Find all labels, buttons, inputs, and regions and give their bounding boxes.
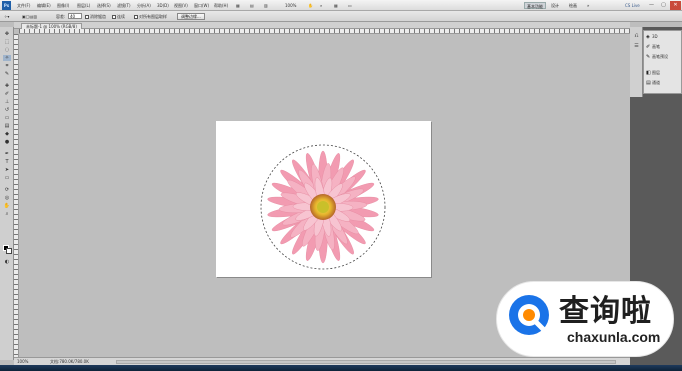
screen-mode-icon[interactable]: ▭ [348,3,352,8]
zoom-tool-icon[interactable]: ⌕ [3,211,11,217]
sample-all-check-icon[interactable] [134,15,138,19]
sample-all-layers-checkbox[interactable]: 对所有图层取样 [134,14,167,20]
shape-tool-icon[interactable]: ▭ [3,175,11,181]
eraser-tool-icon[interactable]: ▭ [3,115,11,121]
workspace-more-icon[interactable]: » [587,2,589,9]
toolbox: ✥ ⬚ ◌ ✧ ⌗ ✎ ✚ ✐ ⊥ ↺ ▭ ▤ ◆ ● ✒ T ➤ ▭ ⟳ ◎ … [0,27,14,360]
status-bar: 100% 文档:780.0K/780.0K [14,357,630,365]
document-tab-bar: 未标题-1 @ 100% (RGB/8) [14,22,630,29]
tolerance-input[interactable]: 40 [68,13,82,19]
document-canvas[interactable] [216,121,431,277]
os-taskbar [0,365,682,371]
contiguous-label: 连续 [117,14,125,19]
hand-tool-icon[interactable]: ✋ [308,3,313,8]
contiguous-check-icon[interactable] [112,15,116,19]
eyedropper-tool-icon[interactable]: ✎ [3,71,11,77]
close-icon[interactable]: ✕ [670,1,681,10]
extras-icon[interactable]: ▥ [264,3,268,8]
watermark: 查询啦 chaxunla.com [496,281,674,357]
gradient-tool-icon[interactable]: ▤ [3,123,11,129]
background-color-swatch[interactable] [6,248,12,254]
selection-mode-icons[interactable]: ▣▢▤▥ [22,14,37,19]
menu-bar: Ps 文件(F) 编辑(E) 图像(I) 图层(L) 选择(S) 滤镜(T) 分… [0,0,682,11]
blur-tool-icon[interactable]: ◆ [3,131,11,137]
properties-panel-icon[interactable]: ☰ [633,43,640,49]
menu-help[interactable]: 帮助(H) [214,3,228,9]
contiguous-checkbox[interactable]: 连续 [112,14,125,20]
panel-brush[interactable]: ✐ 画笔 [646,43,681,51]
dodge-tool-icon[interactable]: ● [3,139,11,145]
options-bar: ✧▾ ▣▢▤▥ 容差: 40 消除锯齿 连续 对所有图层取样 调整边缘... [0,11,682,22]
healing-brush-tool-icon[interactable]: ✚ [3,83,11,89]
window-controls: — ▢ ✕ [646,1,682,10]
panel-3d[interactable]: ◈ 3D [646,33,681,41]
maximize-icon[interactable]: ▢ [658,1,669,10]
collapsed-panels: ◈ 3D ✐ 画笔 ✎ 画笔预设 ◧图层 ▤通道 [643,30,682,94]
arrange-documents-icon[interactable]: ▦ [334,3,338,8]
menu-analysis[interactable]: 分析(A) [137,3,151,9]
type-tool-icon[interactable]: T [3,159,11,165]
marquee-tool-icon[interactable]: ⬚ [3,39,11,45]
tolerance-label: 容差: [56,14,66,19]
watermark-url: chaxunla.com [567,329,661,345]
menu-layer[interactable]: 图层(L) [77,3,90,9]
3d-camera-tool-icon[interactable]: ◎ [3,195,11,201]
zoom-tool-icon[interactable]: ⌕ [320,3,322,8]
antialias-check-icon[interactable] [85,15,89,19]
panel-brush-presets[interactable]: ✎ 画笔预设 [646,53,681,61]
menu-image[interactable]: 图像(I) [57,3,69,9]
magic-wand-preset-icon[interactable]: ✧▾ [4,14,9,19]
workspace-essentials[interactable]: 基本功能 [524,2,546,9]
color-swatches[interactable] [3,245,12,254]
dock-icon-strip: ⎌ ☰ [630,27,643,97]
magic-wand-tool-icon[interactable]: ✧ [3,55,11,61]
minimize-icon[interactable]: — [646,1,657,10]
watermark-title: 查询啦 [559,294,652,329]
crop-tool-icon[interactable]: ⌗ [3,63,11,69]
history-brush-tool-icon[interactable]: ↺ [3,107,11,113]
menu-3d[interactable]: 3D(D) [157,3,169,8]
antialias-checkbox[interactable]: 消除锯齿 [85,14,106,20]
move-tool-icon[interactable]: ✥ [3,31,11,37]
brush-tool-icon[interactable]: ✐ [3,91,11,97]
quick-mask-icon[interactable]: ◐ [3,259,11,265]
bridge-icon[interactable]: ▦ [236,3,240,8]
lasso-tool-icon[interactable]: ◌ [3,47,11,53]
menu-window[interactable]: 窗口(W) [194,3,209,9]
minibridge-icon[interactable]: ▤ [250,3,254,8]
flower-image [260,144,386,270]
panel-brush-presets-label: 画笔预设 [652,54,668,59]
history-panel-icon[interactable]: ⎌ [633,33,640,39]
menu-view[interactable]: 视图(V) [174,3,188,9]
refine-edge-button[interactable]: 调整边缘... [177,13,205,20]
menu-file[interactable]: 文件(F) [17,3,30,9]
panel-layers-label: 图层 [652,70,660,75]
panel-channels[interactable]: ▤通道 [646,79,681,87]
zoom-level-select[interactable]: 100% [285,3,296,8]
panel-brush-label: 画笔 [652,44,660,49]
hand-tool-icon[interactable]: ✋ [3,203,11,209]
workspace-painting[interactable]: 绘画 [569,2,577,9]
clone-stamp-tool-icon[interactable]: ⊥ [3,99,11,105]
pen-tool-icon[interactable]: ✒ [3,151,11,157]
flower-disc [317,201,329,213]
cs-live-button[interactable]: CS Live [625,2,640,9]
menu-filter[interactable]: 滤镜(T) [117,3,131,9]
photoshop-logo: Ps [2,1,11,10]
panel-3d-label: 3D [652,34,658,39]
chaxunla-logo-icon [509,295,550,336]
sample-all-label: 对所有图层取样 [139,14,167,19]
path-selection-tool-icon[interactable]: ➤ [3,167,11,173]
workspace-design[interactable]: 设计 [551,2,559,9]
antialias-label: 消除锯齿 [90,14,106,19]
3d-rotate-tool-icon[interactable]: ⟳ [3,187,11,193]
menu-edit[interactable]: 编辑(E) [37,3,51,9]
panel-layers[interactable]: ◧图层 [646,69,681,77]
panel-channels-label: 通道 [652,80,660,85]
horizontal-scrollbar[interactable] [116,360,616,364]
menu-select[interactable]: 选择(S) [97,3,111,9]
